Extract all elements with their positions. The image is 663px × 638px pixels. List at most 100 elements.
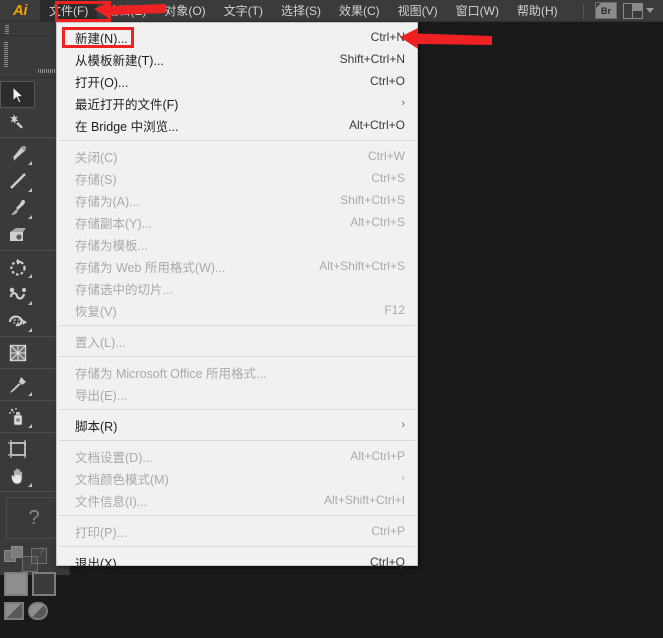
menu-bar-item-3[interactable]: 对象(O) [155,0,214,22]
color-button[interactable] [4,602,24,620]
tool-flyout-indicator [28,161,32,165]
tool-flyout-indicator [28,188,32,192]
line-segment-tool[interactable] [0,167,35,194]
menu-item-save-for-web: 存储为 Web 所用格式(W)... Alt+Shift+Ctrl+S [57,255,417,277]
menu-item-new-from-template[interactable]: 从模板新建(T)... Shift+Ctrl+N [57,48,417,70]
menu-item-save-for-office: 存储为 Microsoft Office 所用格式... [57,361,417,383]
menu-bar: Ai 文件(F) 编辑(E) 对象(O) 文字(T) 选择(S) 效果(C) 视图(V) 窗口… [0,0,663,22]
menu-bar-item-1[interactable]: 文件(F) [40,0,98,22]
tool-flyout-indicator [28,424,32,428]
fill-swatch[interactable] [4,572,28,596]
menu-item-label: 关闭(C) [75,150,118,165]
menu-item-shortcut: Alt+Shift+Ctrl+S [319,259,405,273]
menu-bar-items: 文件(F) 编辑(E) 对象(O) 文字(T) 选择(S) 效果(C) 视图(V) 窗口(W)… [40,0,567,22]
menu-separator [59,546,415,547]
menu-item-shortcut: Ctrl+Q [369,555,405,569]
menu-item-label: 在 Bridge 中浏览... [75,119,179,134]
artboard-tool[interactable] [0,435,35,462]
width-tool[interactable] [0,280,35,307]
paintbrush-tool[interactable] [0,194,35,221]
app-logo: Ai [13,2,28,19]
pen-tool[interactable] [0,140,35,167]
menu-item-shortcut: Shift+Ctrl+N [339,52,405,66]
magic-wand-tool[interactable] [0,108,35,135]
illustrator-window: Ai 文件(F) 编辑(E) 对象(O) 文字(T) 选择(S) 效果(C) 视图(V) 窗口… [0,0,663,638]
menu-item-shortcut: Ctrl+S [371,171,405,185]
bridge-icon: Br [595,2,617,19]
menu-item-label: 导出(E)... [75,388,128,403]
rotate-tool[interactable] [0,253,35,280]
mesh-gradient-tool[interactable] [0,339,35,366]
hand-tool[interactable] [0,462,35,489]
menu-item-save-selected-slices: 存储选中的切片... [57,277,417,299]
selection-tool[interactable] [0,81,35,108]
menu-item-save-as-template: 存储为模板... [57,233,417,255]
workspace-layout-icon [622,2,643,19]
grip-dots-icon [5,25,9,34]
menu-item-scripts[interactable]: 脚本(R) › [57,414,417,436]
help-placeholder: ? [6,497,62,539]
menu-item-label: 最近打开的文件(F) [75,97,179,112]
menu-item-save-as: 存储为(A)... Shift+Ctrl+S [57,189,417,211]
menu-bar-item-6[interactable]: 效果(C) [330,0,389,22]
menu-item-label: 打印(P)... [75,525,128,540]
menu-item-label: 文档颜色模式(M) [75,472,169,487]
chevron-down-icon [645,8,654,13]
menu-item-open-recent[interactable]: 最近打开的文件(F) › [57,92,417,114]
menu-item-browse-in-bridge[interactable]: 在 Bridge 中浏览... Alt+Ctrl+O [57,114,417,136]
menu-separator [59,515,415,516]
symbol-sprayer-tool[interactable] [0,403,35,430]
gradient-button[interactable] [28,602,48,620]
tool-flyout-indicator [28,392,32,396]
menu-bar-item-5[interactable]: 选择(S) [272,0,330,22]
menu-item-document-color-mode: 文档颜色模式(M) › [57,467,417,489]
menu-item-close: 关闭(C) Ctrl+W [57,145,417,167]
menu-bar-item-4[interactable]: 文字(T) [215,0,272,22]
menu-item-open[interactable]: 打开(O)... Ctrl+O [57,70,417,92]
menu-item-shortcut: Ctrl+N [370,30,405,44]
menu-item-label: 从模板新建(T)... [75,53,164,68]
shape-builder-tool[interactable] [0,221,35,248]
menu-item-label: 存储(S) [75,172,117,187]
menu-item-label: 退出(X) [75,556,117,571]
menu-item-save-copy: 存储副本(Y)... Alt+Ctrl+S [57,211,417,233]
menu-item-shortcut: F12 [384,303,405,317]
decorative-overlap-squares [22,548,52,574]
menu-separator [59,140,415,141]
menu-bar-divider [583,3,584,18]
menu-item-new[interactable]: 新建(N)... Ctrl+N [57,26,417,48]
menu-item-place: 置入(L)... [57,330,417,352]
menu-item-label: 存储选中的切片... [75,282,173,297]
tool-flyout-indicator [28,274,32,278]
eyedropper-tool[interactable] [0,371,35,398]
menu-item-shortcut: Alt+Ctrl+S [350,215,405,229]
menu-item-exit[interactable]: 退出(X) Ctrl+Q [57,551,417,573]
free-transform-tool[interactable] [0,307,35,334]
menu-item-label: 新建(N)... [75,31,128,46]
tool-flyout-indicator [28,328,32,332]
menu-item-label: 置入(L)... [75,335,126,350]
menu-separator [59,325,415,326]
workspace-switcher[interactable] [621,2,655,20]
menu-item-label: 存储为(A)... [75,194,140,209]
menu-item-shortcut: Alt+Ctrl+O [348,118,405,132]
tool-flyout-indicator [28,483,32,487]
tool-flyout-indicator [28,215,32,219]
menu-item-shortcut: Ctrl+P [371,524,405,538]
menu-bar-item-9[interactable]: 帮助(H) [508,0,567,22]
menu-item-shortcut: Alt+Shift+Ctrl+I [323,493,405,507]
menu-item-label: 存储为模板... [75,238,148,253]
stroke-swatch[interactable] [32,572,56,596]
menu-separator [59,356,415,357]
menu-item-file-info: 文件信息(I)... Alt+Shift+Ctrl+I [57,489,417,511]
file-menu-dropdown: 新建(N)... Ctrl+N 从模板新建(T)... Shift+Ctrl+N 打开(… [56,22,418,571]
menu-bar-item-7[interactable]: 视图(V) [389,0,447,22]
menu-item-label: 脚本(R) [75,419,118,434]
menu-item-label: 恢复(V) [75,304,117,319]
menu-bar-item-8[interactable]: 窗口(W) [447,0,508,22]
submenu-chevron-icon: › [401,472,405,484]
bridge-button[interactable]: Br [593,2,619,20]
menu-item-shortcut: Alt+Ctrl+P [350,449,405,463]
menu-bar-item-2[interactable]: 编辑(E) [97,0,155,22]
menu-item-shortcut: Ctrl+O [369,74,405,88]
